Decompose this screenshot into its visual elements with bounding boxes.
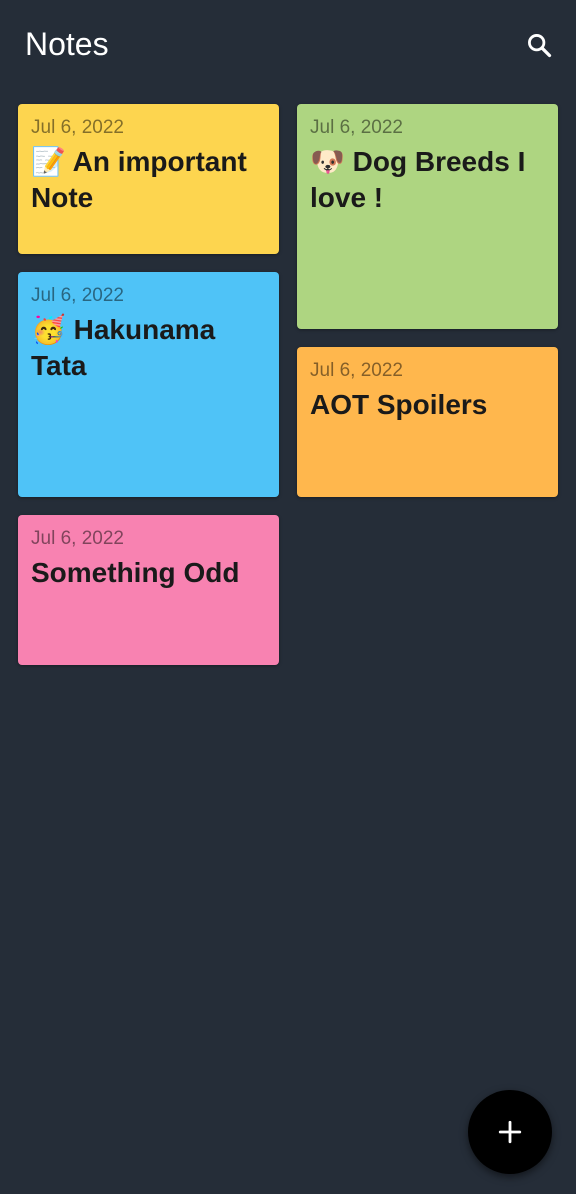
note-date: Jul 6, 2022 xyxy=(31,528,124,549)
note-card[interactable]: Jul 6, 2022 🐶 Dog Breeds I love ! xyxy=(297,104,558,329)
note-card[interactable]: Jul 6, 2022 🥳 Hakunama Tata xyxy=(18,272,279,497)
note-card[interactable]: Jul 6, 2022 AOT Spoilers xyxy=(297,347,558,497)
note-card[interactable]: Jul 6, 2022 Something Odd xyxy=(18,515,279,665)
note-date: Jul 6, 2022 xyxy=(310,117,403,138)
note-title: 📝 An important Note xyxy=(31,146,247,213)
search-icon xyxy=(528,34,552,58)
note-title: 🥳 Hakunama Tata xyxy=(31,314,216,381)
add-note-button[interactable] xyxy=(468,1090,552,1174)
plus-icon xyxy=(498,1120,522,1144)
note-date: Jul 6, 2022 xyxy=(31,117,124,138)
app-bar: Notes xyxy=(0,0,576,88)
note-card[interactable]: Jul 6, 2022 📝 An important Note xyxy=(18,104,279,254)
page-title: Notes xyxy=(25,26,109,62)
note-title: 🐶 Dog Breeds I love ! xyxy=(310,146,526,213)
note-date: Jul 6, 2022 xyxy=(310,360,403,381)
note-title: Something Odd xyxy=(31,557,240,588)
note-title: AOT Spoilers xyxy=(310,389,488,420)
note-date: Jul 6, 2022 xyxy=(31,285,124,306)
search-button[interactable] xyxy=(518,24,560,66)
